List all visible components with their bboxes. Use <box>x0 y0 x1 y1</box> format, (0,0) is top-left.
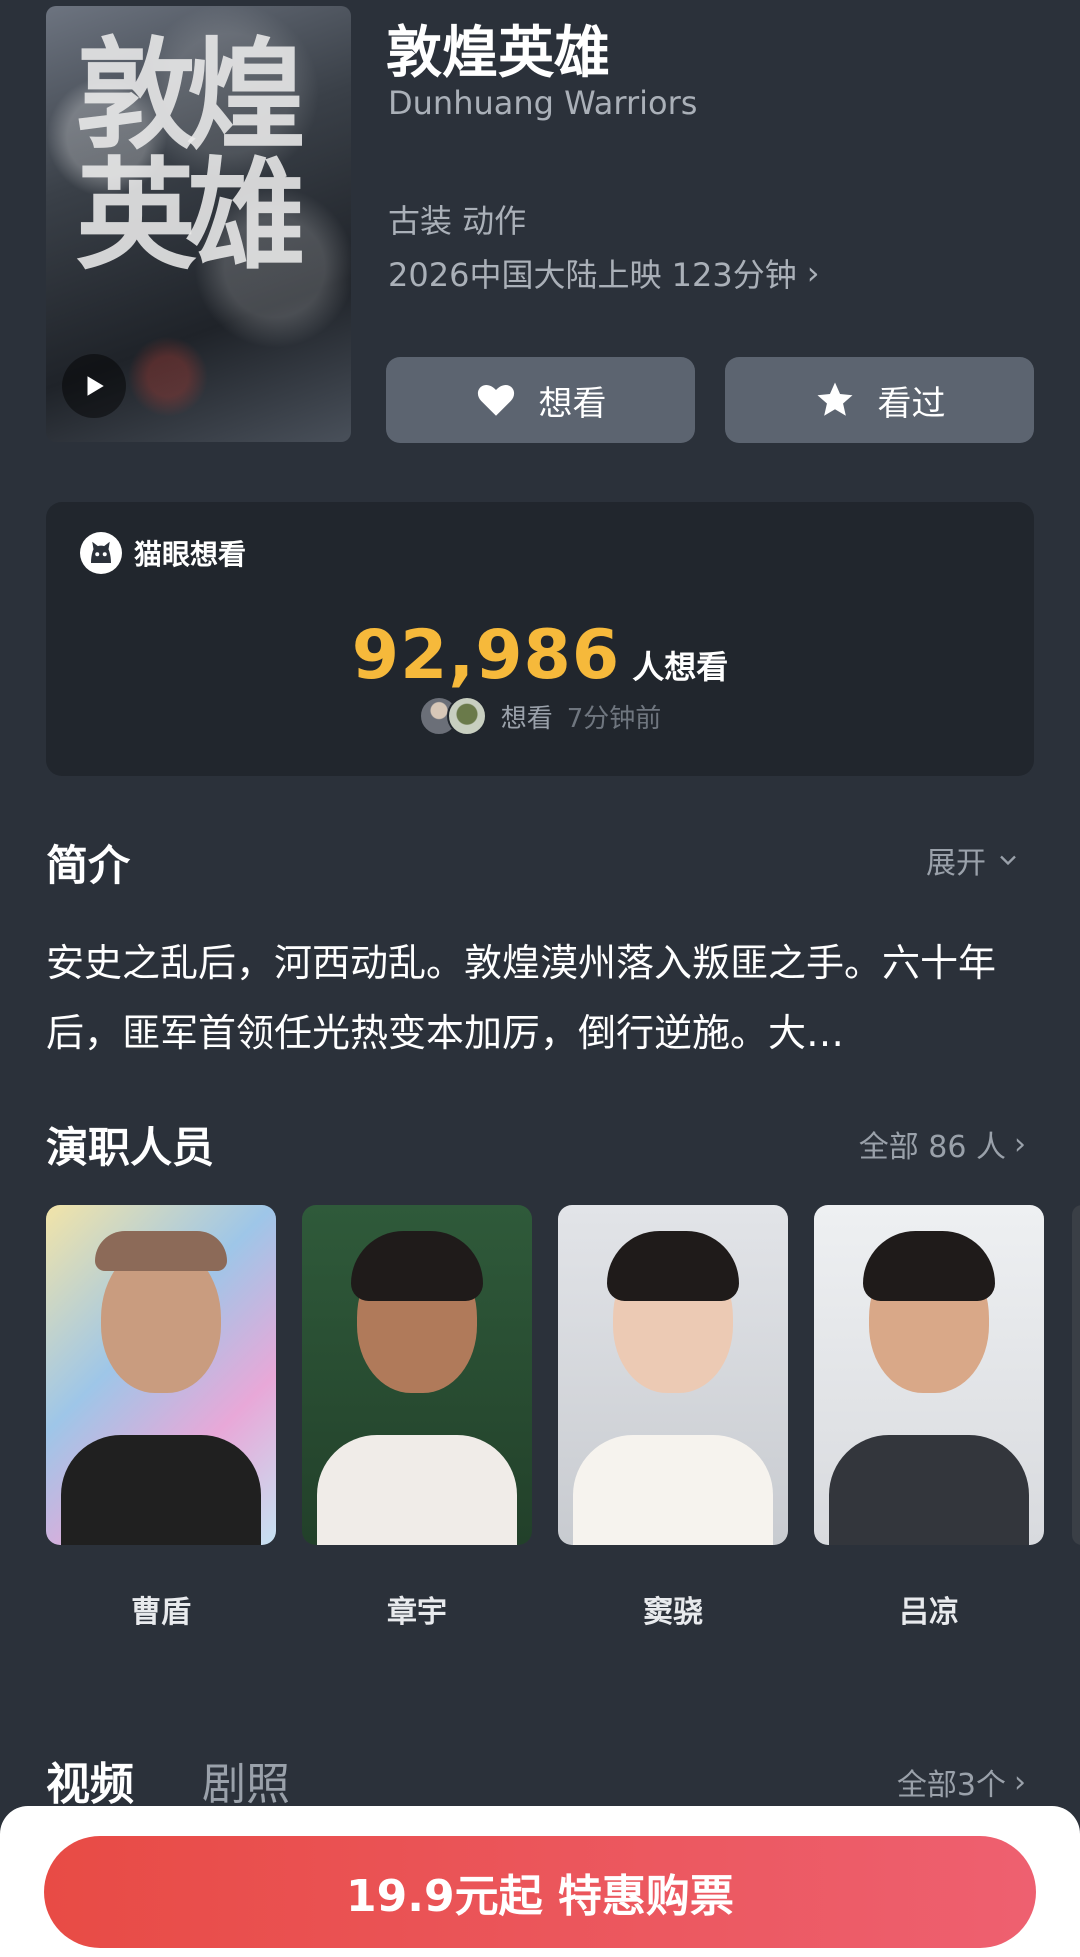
chevron-right-icon: › <box>1014 1764 1026 1800</box>
photo-hair <box>607 1231 739 1301</box>
cast-photo <box>558 1205 788 1545</box>
synopsis-expand-button[interactable]: 展开 <box>926 838 1022 882</box>
buy-ticket-label: 19.9元起 特惠购票 <box>346 1871 734 1922</box>
cast-next-peek <box>1072 1205 1080 1545</box>
synopsis-title: 简介 <box>46 841 131 890</box>
cast-item-actor[interactable]: 窦骁 饰: 曹光宗 <box>558 1205 788 1635</box>
star-icon <box>817 382 852 416</box>
recent-time: 7分钟前 <box>566 703 662 734</box>
seen-label: 看过 <box>877 383 946 424</box>
recent-activity: 想看 7分钟前 <box>46 696 1034 736</box>
cast-all-link[interactable]: 全部 86 人 › <box>859 1122 1026 1166</box>
photo-hair <box>95 1231 227 1271</box>
cast-name: 曹盾 <box>131 1595 191 1630</box>
synopsis-text[interactable]: 安史之乱后，河西动乱。敦煌漠州落入叛匪之手。六十年后，匪军首领任光热变本加厉，倒… <box>46 928 1036 1068</box>
cast-item-actor[interactable]: 章宇 饰: 狼鹞子 <box>302 1205 532 1635</box>
cast-list[interactable]: 曹盾 导演 章宇 饰: 狼鹞子 窦骁 饰: 曹光宗 <box>46 1205 1080 1635</box>
recent-action: 想看 <box>500 703 553 734</box>
movie-title: 敦煌英雄 <box>386 21 610 86</box>
release-info-link[interactable]: 2026中国大陆上映 123分钟 › <box>388 250 820 296</box>
photo-hair <box>863 1231 995 1301</box>
media-all-label: 全部3个 <box>896 1768 1006 1803</box>
want-count-row: 92,986 人想看 <box>46 616 1034 695</box>
cast-name: 吕凉 <box>899 1595 959 1630</box>
cast-photo <box>46 1205 276 1545</box>
photo-body <box>573 1435 773 1545</box>
bottom-bar: 19.9元起 特惠购票 <box>0 1806 1080 1957</box>
release-info: 2026中国大陆上映 123分钟 <box>388 256 797 294</box>
photo-hair <box>351 1231 483 1301</box>
photo-body <box>829 1435 1029 1545</box>
poster-calligraphy: 敦煌英雄 <box>76 25 306 286</box>
expand-label: 展开 <box>926 846 986 881</box>
avatar <box>446 696 487 736</box>
cast-item-director[interactable]: 曹盾 导演 <box>46 1205 276 1635</box>
want-count-unit: 人想看 <box>632 648 729 686</box>
cast-all-label: 全部 86 人 <box>858 1130 1006 1165</box>
movie-genres: 古装 动作 <box>388 202 527 240</box>
cast-photo <box>814 1205 1044 1545</box>
movie-poster[interactable]: 敦煌英雄 <box>46 6 351 442</box>
cast-name: 章宇 <box>387 1595 447 1630</box>
chevron-right-icon: › <box>806 254 820 292</box>
tab-stills[interactable]: 剧照 <box>202 1748 290 1812</box>
movie-title-en: Dunhuang Warriors <box>388 84 698 122</box>
seen-button[interactable]: 看过 <box>725 357 1034 443</box>
want-count: 92,986 <box>351 616 621 695</box>
media-all-link[interactable]: 全部3个 › <box>897 1760 1026 1804</box>
photo-body <box>317 1435 517 1545</box>
avatar-group <box>418 696 487 736</box>
cat-logo-icon <box>80 532 122 574</box>
play-icon <box>87 376 104 396</box>
cast-title: 演职人员 <box>46 1123 215 1172</box>
cast-name: 窦骁 <box>643 1595 703 1630</box>
want-to-see-label: 想看 <box>538 383 607 424</box>
want-to-see-button[interactable]: 想看 <box>386 357 695 443</box>
want-count-card[interactable]: 猫眼想看 92,986 人想看 想看 7分钟前 <box>46 502 1034 776</box>
cast-item-actor[interactable]: 吕凉 饰: 任光热 <box>814 1205 1044 1635</box>
photo-body <box>61 1435 261 1545</box>
movie-detail-page: 敦煌英雄 敦煌英雄 Dunhuang Warriors 古装 动作 2026中国… <box>0 0 1080 1957</box>
brand-label: 猫眼想看 <box>134 538 247 571</box>
chevron-right-icon: › <box>1014 1126 1026 1162</box>
tab-video[interactable]: 视频 <box>46 1748 134 1812</box>
maoyan-brand: 猫眼想看 <box>80 532 246 574</box>
play-trailer-button[interactable] <box>62 354 126 418</box>
buy-ticket-button[interactable]: 19.9元起 特惠购票 <box>44 1836 1036 1948</box>
heart-icon <box>477 385 514 416</box>
cast-photo <box>302 1205 532 1545</box>
chevron-down-icon <box>1000 855 1016 866</box>
